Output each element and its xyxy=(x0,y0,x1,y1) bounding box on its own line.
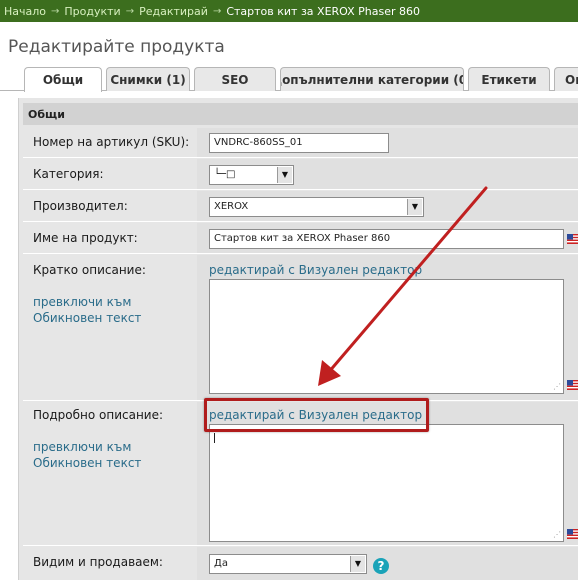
long-description-row: Подробно описание: превключи към Обикнов… xyxy=(23,402,578,546)
resize-grip-icon[interactable]: ⋰ xyxy=(553,382,561,391)
tab-images[interactable]: Снимки (1) xyxy=(106,67,190,91)
breadcrumb-current: Стартов кит за XEROX Phaser 860 xyxy=(226,4,421,18)
text-cursor xyxy=(214,433,215,443)
arrow-right-icon: → xyxy=(212,5,222,17)
tab-additional-categories[interactable]: Допълнителни категории (0) xyxy=(280,67,464,91)
short-description-textarea[interactable]: ⋰ xyxy=(209,279,564,394)
us-flag-icon[interactable] xyxy=(567,234,578,244)
short-description-visual-editor-link[interactable]: редактирай с Визуален редактор xyxy=(209,263,422,277)
short-description-row: Кратко описание: превключи към Обикновен… xyxy=(23,255,578,401)
category-select-value: └─□ xyxy=(214,169,236,180)
long-description-toggle-link[interactable]: превключи към xyxy=(33,439,131,455)
visible-select[interactable]: Да ▼ xyxy=(209,554,367,574)
manufacturer-label: Производител: xyxy=(33,199,128,213)
tab-tags[interactable]: Етикети xyxy=(468,67,550,91)
short-description-label: Кратко описание: xyxy=(33,263,146,277)
tab-general[interactable]: Общи xyxy=(24,67,102,92)
visible-select-value: Да xyxy=(214,558,228,569)
name-label: Име на продукт: xyxy=(33,231,138,245)
category-label: Категория: xyxy=(33,167,104,181)
visible-row: Видим и продаваем: Да ▼ ? xyxy=(23,547,578,580)
long-description-toggle-link-2[interactable]: Обикновен текст xyxy=(33,455,141,471)
visible-label: Видим и продаваем: xyxy=(33,555,163,569)
chevron-down-icon: ▼ xyxy=(350,556,365,572)
manufacturer-select[interactable]: XEROX ▼ xyxy=(209,197,424,217)
long-description-textarea[interactable]: ⋰ xyxy=(209,424,564,542)
sku-row: Номер на артикул (SKU): VNDRC-860SS_01 xyxy=(23,128,578,158)
breadcrumb-home-link[interactable]: Начало xyxy=(4,5,46,18)
manufacturer-select-value: XEROX xyxy=(214,201,249,212)
short-description-toggle-link[interactable]: превключи към xyxy=(33,294,131,310)
sku-label: Номер на артикул (SKU): xyxy=(33,135,190,149)
name-row: Име на продукт: Стартов кит за XEROX Pha… xyxy=(23,223,578,254)
help-icon[interactable]: ? xyxy=(373,558,389,574)
us-flag-icon[interactable] xyxy=(567,380,578,390)
chevron-down-icon: ▼ xyxy=(277,167,292,183)
tab-seo[interactable]: SEO xyxy=(194,67,276,91)
short-description-toggle-link-2[interactable]: Обикновен текст xyxy=(33,310,141,326)
tab-options[interactable]: Оп xyxy=(554,67,578,91)
category-select[interactable]: └─□ ▼ xyxy=(209,165,294,185)
breadcrumb-edit-link[interactable]: Редактирай xyxy=(139,5,208,18)
sku-input[interactable]: VNDRC-860SS_01 xyxy=(209,133,389,153)
breadcrumb-products-link[interactable]: Продукти xyxy=(64,5,120,18)
resize-grip-icon[interactable]: ⋰ xyxy=(553,530,561,539)
arrow-right-icon: → xyxy=(51,5,60,17)
us-flag-icon[interactable] xyxy=(567,529,578,539)
name-input[interactable]: Стартов кит за XEROX Phaser 860 xyxy=(209,229,564,249)
breadcrumb: Начало → Продукти → Редактирай → Стартов… xyxy=(0,0,578,22)
long-description-label: Подробно описание: xyxy=(33,408,164,422)
page-title: Редактирайте продукта xyxy=(8,37,225,57)
long-description-visual-editor-link[interactable]: редактирай с Визуален редактор xyxy=(209,408,422,422)
manufacturer-row: Производител: XEROX ▼ xyxy=(23,191,578,222)
section-title: Общи xyxy=(23,103,578,125)
chevron-down-icon: ▼ xyxy=(407,199,422,215)
category-row: Категория: └─□ ▼ xyxy=(23,159,578,190)
arrow-right-icon: → xyxy=(125,5,135,17)
